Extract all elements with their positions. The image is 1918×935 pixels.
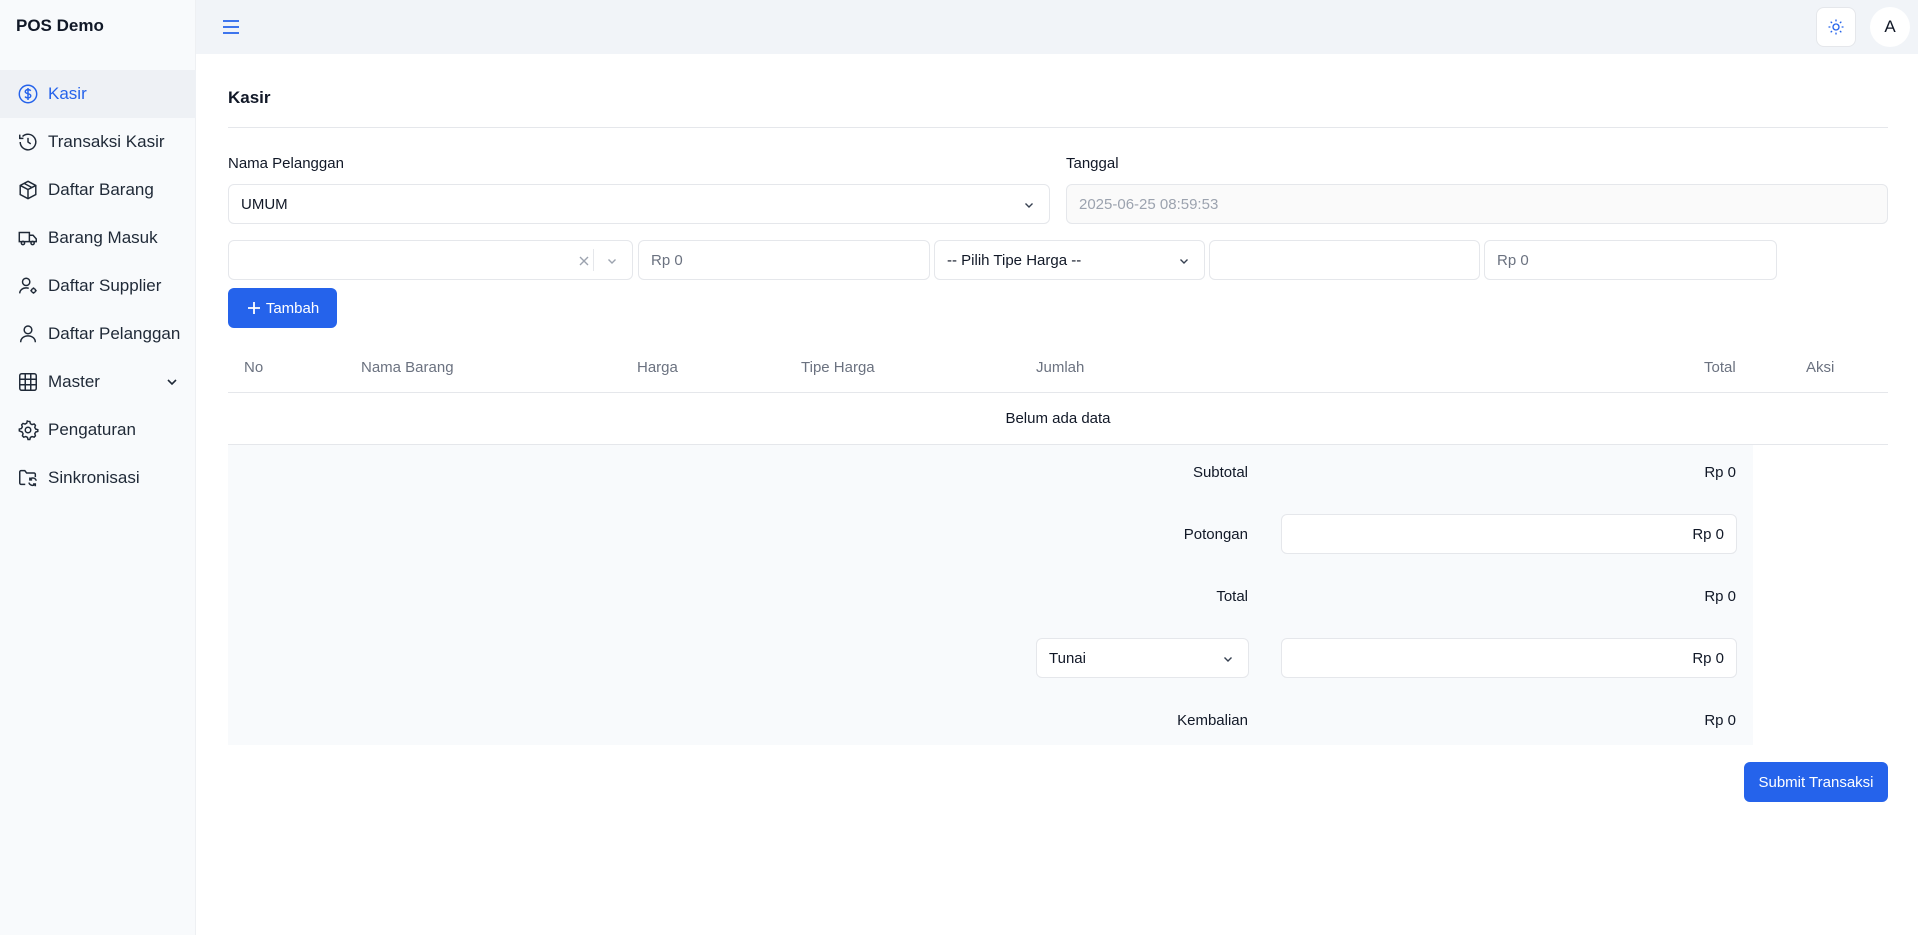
gear-icon xyxy=(16,418,40,442)
subtotal-label: Subtotal xyxy=(1192,464,1248,481)
date-field[interactable]: 2025-06-25 08:59:53 xyxy=(1066,184,1888,224)
page-title: Kasir xyxy=(228,88,271,107)
table-header-total: Total xyxy=(1704,359,1736,376)
user-icon xyxy=(16,322,40,346)
line-total-placeholder: Rp 0 xyxy=(1497,251,1529,269)
table-header-aksi: Aksi xyxy=(1806,359,1835,376)
payment-amount-value: Rp 0 xyxy=(1692,649,1724,667)
table-header-tipe-harga: Tipe Harga xyxy=(801,359,875,376)
sidebar-item-label: Pengaturan xyxy=(48,420,136,439)
history-icon xyxy=(16,130,40,154)
discount-input-value: Rp 0 xyxy=(1692,525,1724,543)
line-total-input[interactable]: Rp 0 xyxy=(1484,240,1777,280)
chevron-down-icon xyxy=(1224,657,1232,662)
sidebar-item-label: Master xyxy=(48,372,100,391)
discount-input[interactable]: Rp 0 xyxy=(1281,514,1737,554)
topbar: A xyxy=(196,0,1918,54)
payment-amount-input[interactable]: Rp 0 xyxy=(1281,638,1737,678)
sidebar-item-label: Sinkronisasi xyxy=(48,468,140,487)
sidebar-item-label: Barang Masuk xyxy=(48,228,158,247)
sidebar-item-daftar-supplier[interactable]: Daftar Supplier xyxy=(0,262,196,310)
customer-select-value: UMUM xyxy=(241,195,288,213)
price-input[interactable]: Rp 0 xyxy=(638,240,930,280)
divider xyxy=(228,127,1888,128)
sidebar-item-label: Daftar Pelanggan xyxy=(48,324,181,343)
summary-panel: Subtotal Rp 0 Potongan Rp 0 Total Rp 0 T… xyxy=(228,445,1753,745)
sidebar-item-daftar-pelanggan[interactable]: Daftar Pelanggan xyxy=(0,310,196,358)
truck-icon xyxy=(16,226,40,250)
payment-method-select[interactable]: Tunai xyxy=(1036,638,1249,678)
price-input-placeholder: Rp 0 xyxy=(651,251,683,269)
table-header-harga: Harga xyxy=(637,359,678,376)
chevron-down-icon xyxy=(167,379,177,386)
table-header-no: No xyxy=(244,359,264,376)
clear-icon[interactable] xyxy=(578,255,590,267)
item-select[interactable] xyxy=(228,240,633,280)
date-field-value: 2025-06-25 08:59:53 xyxy=(1079,195,1219,213)
add-button-label: Tambah xyxy=(265,299,320,317)
subtotal-value: Rp 0 xyxy=(1704,464,1736,481)
chevron-down-icon xyxy=(1025,203,1033,208)
price-type-select[interactable]: -- Pilih Tipe Harga -- xyxy=(934,240,1205,280)
chevron-down-icon xyxy=(608,259,616,264)
discount-label: Potongan xyxy=(1183,526,1248,543)
sidebar-item-label: Daftar Supplier xyxy=(48,276,162,295)
chevron-down-icon xyxy=(1180,259,1188,264)
table-header-nama-barang: Nama Barang xyxy=(361,359,454,376)
table-header-jumlah: Jumlah xyxy=(1036,359,1085,376)
change-label: Kembalian xyxy=(1177,712,1248,729)
total-value: Rp 0 xyxy=(1704,588,1736,605)
sidebar-item-label: Daftar Barang xyxy=(48,180,154,199)
menu-toggle-button[interactable] xyxy=(220,16,242,38)
sidebar-item-master[interactable]: Master xyxy=(0,358,196,406)
sidebar-nav: Kasir Transaksi Kasir Daftar Barang Bara… xyxy=(0,70,196,502)
customer-label: Nama Pelanggan xyxy=(228,155,344,172)
quantity-input[interactable] xyxy=(1209,240,1480,280)
brand-title: POS Demo xyxy=(16,16,104,35)
dollar-circle-icon xyxy=(16,82,40,106)
sidebar-item-daftar-barang[interactable]: Daftar Barang xyxy=(0,166,196,214)
table-header-divider xyxy=(228,392,1888,393)
grid-icon xyxy=(16,370,40,394)
payment-method-value: Tunai xyxy=(1049,649,1086,667)
table-empty-message: Belum ada data xyxy=(1005,410,1111,427)
date-label: Tanggal xyxy=(1066,155,1119,172)
change-value: Rp 0 xyxy=(1704,712,1736,729)
submit-transaction-button[interactable]: Submit Transaksi xyxy=(1744,762,1888,802)
sidebar-item-label: Transaksi Kasir xyxy=(48,132,165,151)
sidebar-item-transaksi-kasir[interactable]: Transaksi Kasir xyxy=(0,118,196,166)
sidebar-item-pengaturan[interactable]: Pengaturan xyxy=(0,406,196,454)
hamburger-icon xyxy=(223,20,239,34)
folder-sync-icon xyxy=(16,466,40,490)
plus-icon xyxy=(247,302,260,314)
sidebar-item-barang-masuk[interactable]: Barang Masuk xyxy=(0,214,196,262)
sidebar-item-sinkronisasi[interactable]: Sinkronisasi xyxy=(0,454,196,502)
sun-icon xyxy=(1828,19,1844,35)
theme-toggle-button[interactable] xyxy=(1816,7,1856,47)
add-button[interactable]: Tambah xyxy=(228,288,337,328)
select-separator xyxy=(593,249,594,271)
box-icon xyxy=(16,178,40,202)
total-label: Total xyxy=(1216,588,1248,605)
sidebar: POS Demo Kasir Transaksi Kasir Daftar Ba… xyxy=(0,0,196,935)
submit-button-label: Submit Transaksi xyxy=(1758,773,1874,791)
sidebar-item-label: Kasir xyxy=(48,84,87,103)
sidebar-item-kasir[interactable]: Kasir xyxy=(0,70,196,118)
customer-select[interactable]: UMUM xyxy=(228,184,1050,224)
user-gear-icon xyxy=(16,274,40,298)
price-type-select-value: -- Pilih Tipe Harga -- xyxy=(947,251,1082,269)
avatar[interactable]: A xyxy=(1870,7,1910,47)
